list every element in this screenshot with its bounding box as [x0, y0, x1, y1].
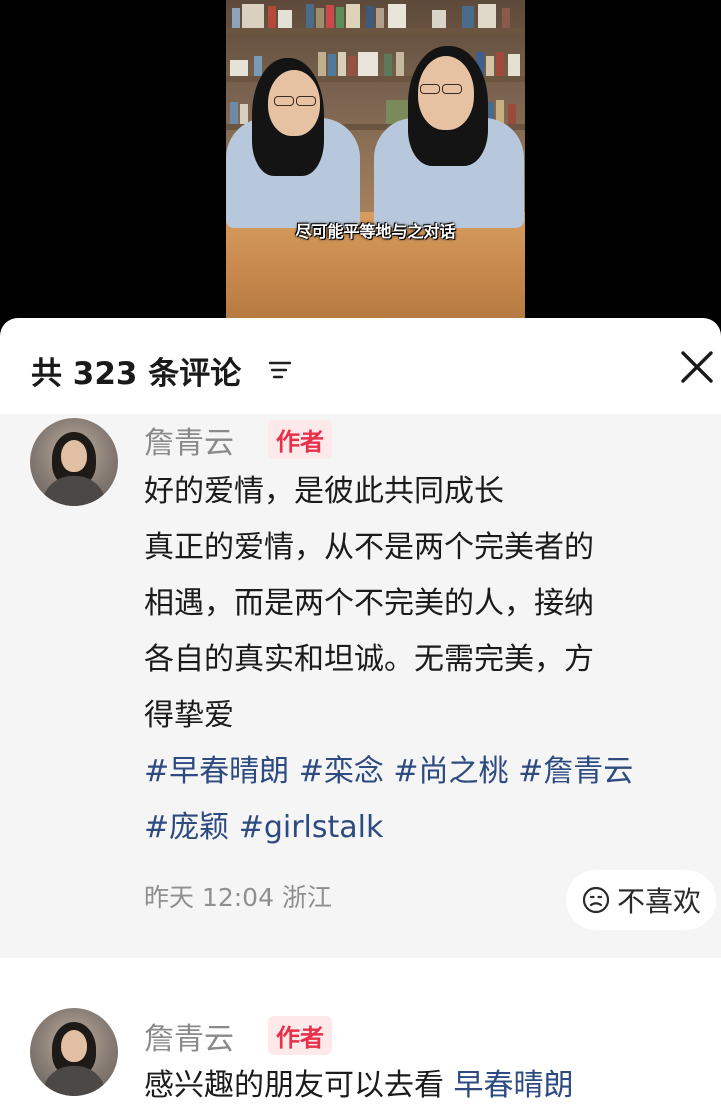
comment-text: 好的爱情，是彼此共同成长 真正的爱情，从不是两个完美者的 相遇，而是两个不完美的…: [144, 464, 714, 744]
hashtag-link[interactable]: #栾念: [299, 754, 384, 789]
hashtag-link[interactable]: #庞颖: [144, 810, 229, 845]
hashtag-link[interactable]: #早春晴朗: [144, 754, 289, 789]
comment-text: 感兴趣的朋友可以去看 早春晴朗: [144, 1064, 714, 1108]
dislike-label: 不喜欢: [616, 885, 701, 918]
comments-sheet: 共 323 条评论 詹青云 作者 好的爱情，是彼此共同成长 真正的爱情，从不是两…: [0, 318, 721, 1116]
comment-text-line: 好的爱情，是彼此共同成长: [144, 474, 504, 509]
hashtag-link[interactable]: #詹青云: [518, 754, 633, 789]
comment-text-line: 得挚爱: [144, 698, 234, 733]
video-subtitle: 尽可能平等地与之对话: [295, 222, 456, 241]
avatar[interactable]: [30, 418, 118, 506]
comment-item[interactable]: 詹青云 作者 好的爱情，是彼此共同成长 真正的爱情，从不是两个完美者的 相遇，而…: [0, 414, 721, 958]
author-badge: 作者: [268, 1016, 332, 1055]
hashtag-link[interactable]: #girlstalk: [239, 810, 384, 845]
comment-text-line: 各自的真实和坦诚。无需完美，方: [144, 642, 594, 677]
hashtag-link[interactable]: #尚之桃: [393, 754, 508, 789]
dislike-button[interactable]: 不喜欢: [566, 870, 716, 930]
hashtag-list: #早春晴朗 #栾念 #尚之桃 #詹青云 #庞颖 #girlstalk: [144, 744, 714, 856]
bookshelf-row: [226, 0, 525, 30]
comment-text-prefix: 感兴趣的朋友可以去看: [144, 1068, 444, 1103]
comment-text-line: 真正的爱情，从不是两个完美者的: [144, 530, 594, 565]
comment-text-line: 相遇，而是两个不完美的人，接纳: [144, 586, 594, 621]
app-screen: 尽可能平等地与之对话 共 323 条评论 詹青云 作者 好的爱情，是彼此共同成长…: [0, 0, 721, 1116]
sort-lines-icon[interactable]: [268, 359, 292, 381]
avatar[interactable]: [30, 1008, 118, 1096]
comment-item[interactable]: 詹青云 作者 感兴趣的朋友可以去看 早春晴朗: [0, 958, 721, 1116]
comment-username[interactable]: 詹青云: [144, 1014, 234, 1058]
comment-time-location: 昨天 12:04 浙江: [144, 883, 332, 912]
drama-link[interactable]: 早春晴朗: [454, 1068, 574, 1103]
comment-username[interactable]: 詹青云: [144, 418, 234, 462]
frown-face-icon: [582, 886, 610, 914]
author-badge: 作者: [268, 420, 332, 459]
comments-header: 共 323 条评论: [0, 318, 721, 414]
comment-count-title: 共 323 条评论: [31, 356, 242, 392]
video-player[interactable]: 尽可能平等地与之对话: [226, 0, 525, 320]
close-x-icon[interactable]: [678, 348, 716, 386]
